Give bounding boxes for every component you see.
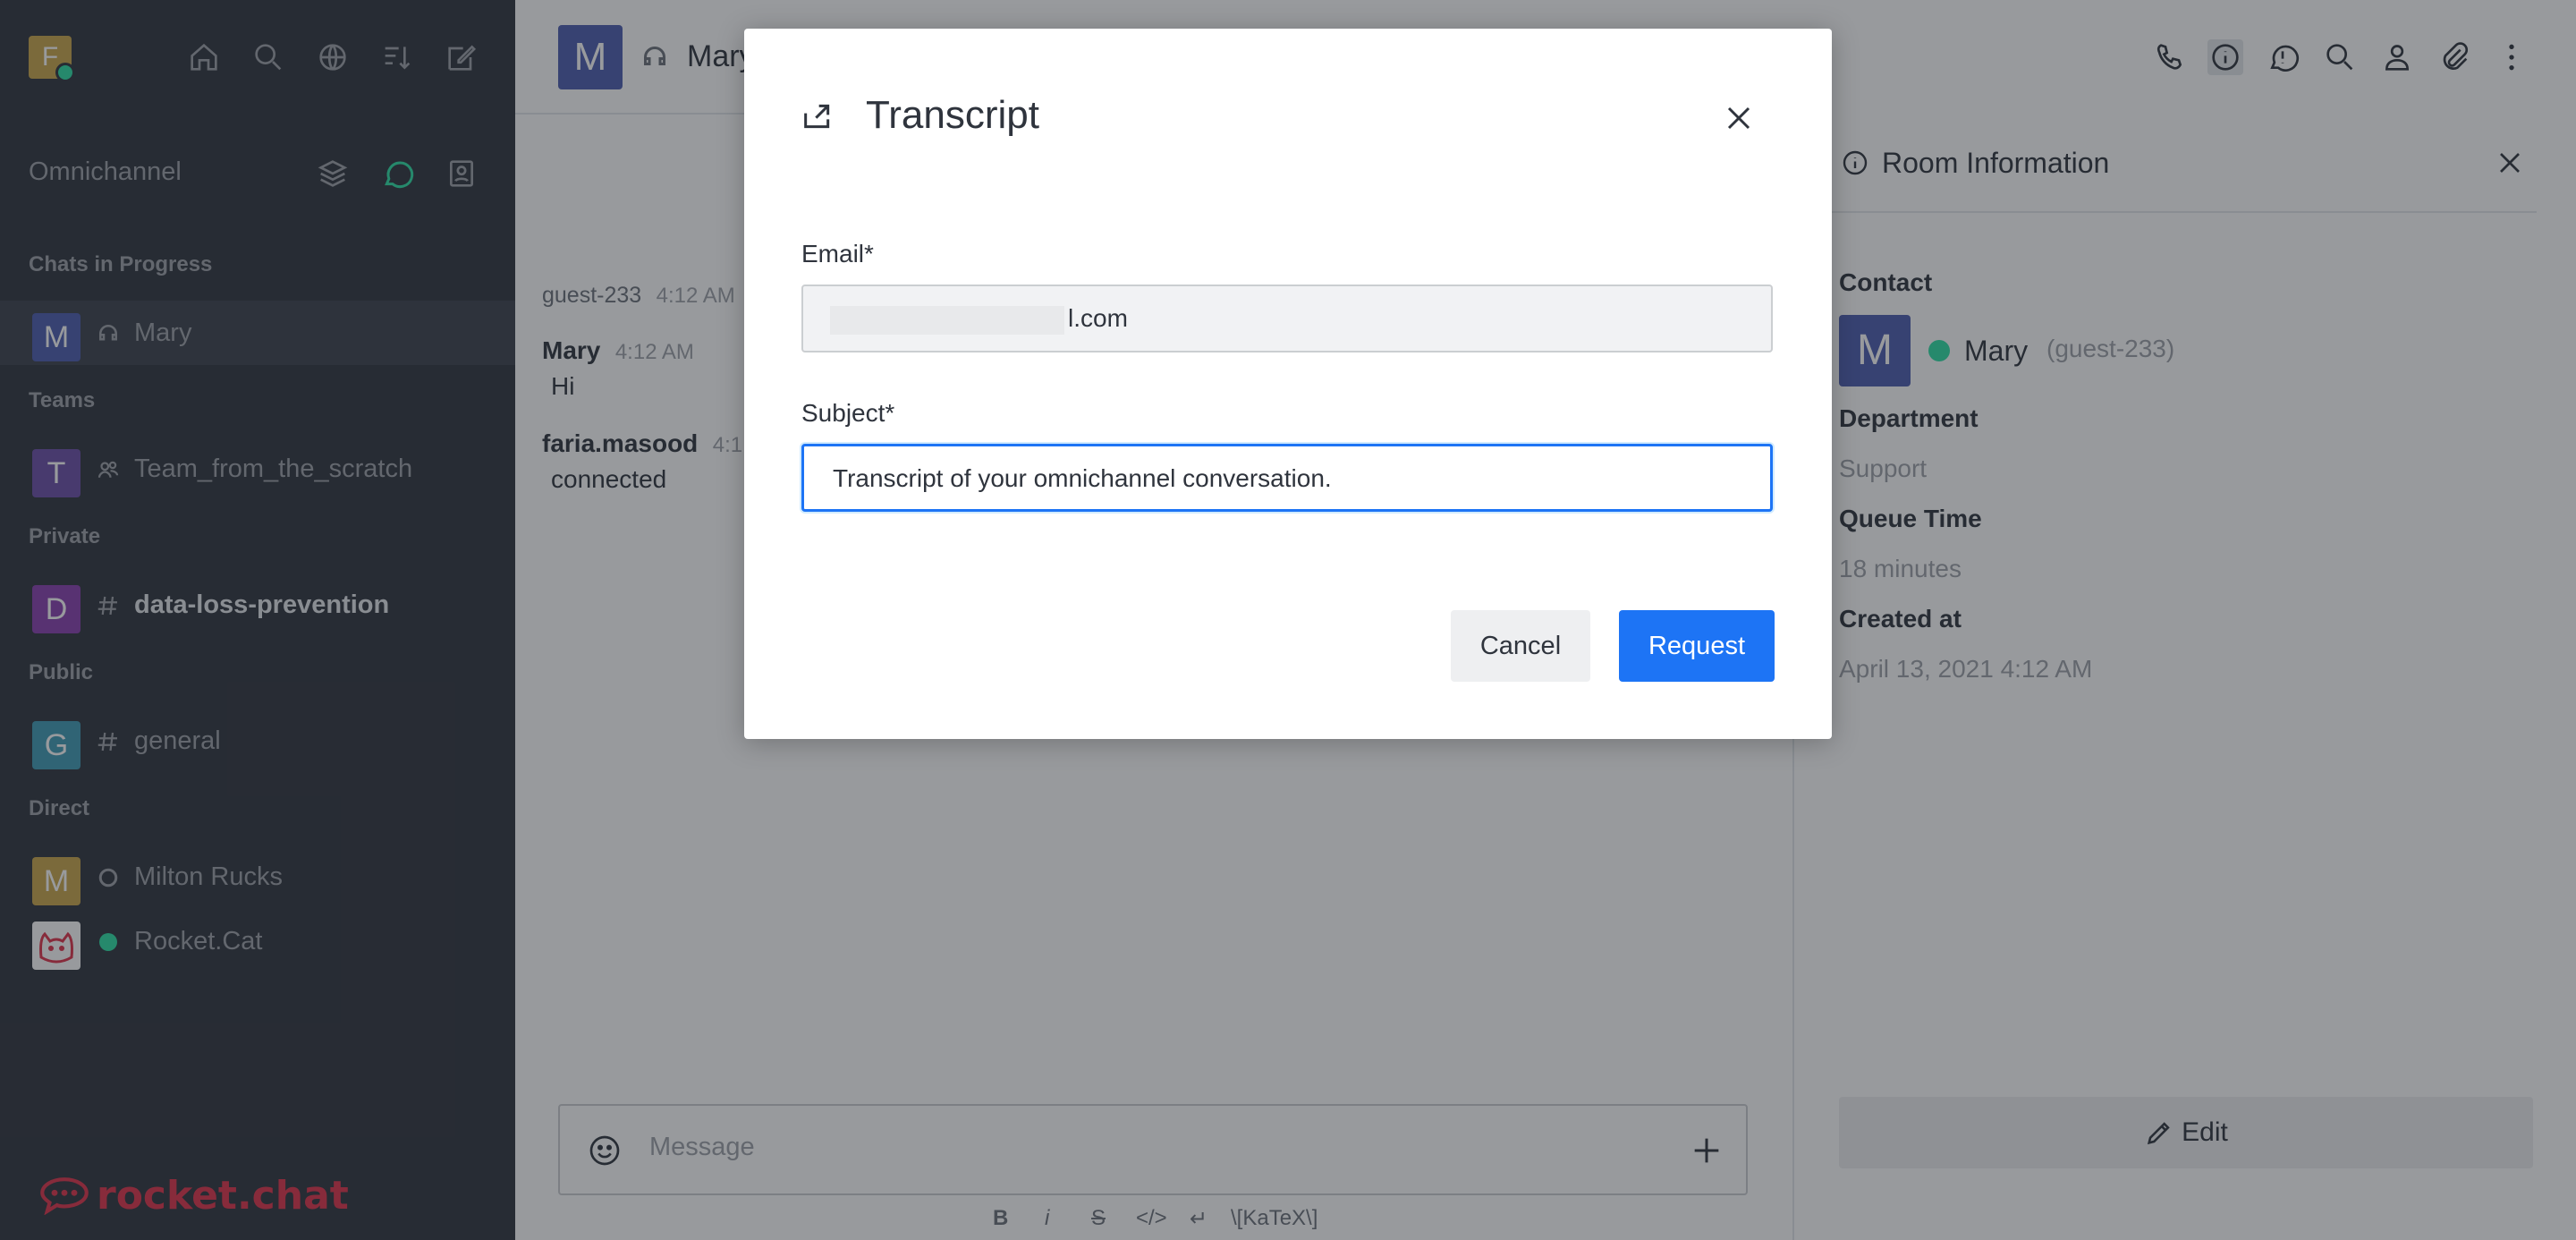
request-button[interactable]: Request: [1619, 610, 1775, 682]
email-redaction: [830, 306, 1064, 335]
subject-label: Subject*: [801, 399, 895, 427]
cancel-button[interactable]: Cancel: [1451, 610, 1590, 682]
subject-field[interactable]: Transcript of your omnichannel conversat…: [801, 444, 1773, 512]
modal-title: Transcript: [866, 93, 1039, 137]
email-label: Email*: [801, 240, 874, 268]
close-icon[interactable]: [1719, 98, 1758, 138]
transcript-icon: [800, 98, 835, 134]
transcript-modal: Transcript Email* l.com Subject* Transcr…: [744, 29, 1832, 739]
email-value: l.com: [1068, 304, 1128, 332]
email-field[interactable]: l.com: [801, 285, 1773, 352]
